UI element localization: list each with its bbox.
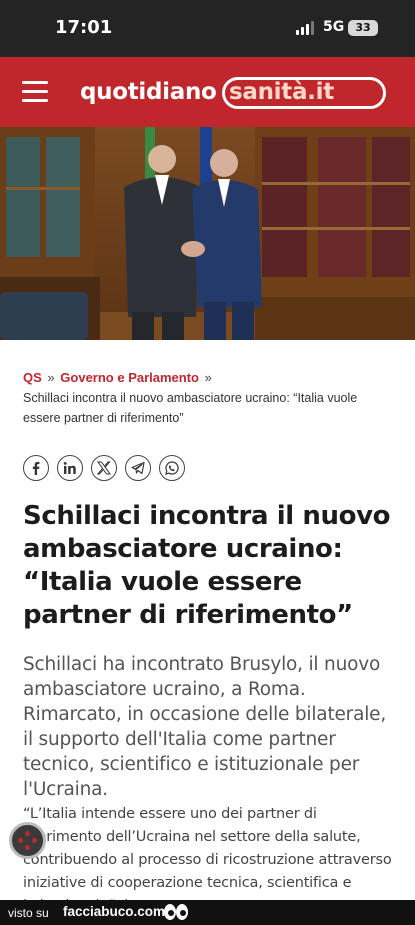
article-lead: Schillaci ha incontrato Brusylo, il nuov… <box>23 654 387 800</box>
breadcrumb-separator: » <box>47 370 55 385</box>
logo-accent-text: sanità.it <box>229 79 334 105</box>
breadcrumb-current: Schillaci incontra il nuovo ambasciatore… <box>23 391 358 425</box>
battery-icon: 33 <box>348 20 378 36</box>
breadcrumb-home-link[interactable]: QS <box>23 370 42 385</box>
x-icon[interactable] <box>91 455 117 481</box>
hero-photo <box>0 127 415 340</box>
breadcrumb-section-link[interactable]: Governo e Parlamento <box>60 370 199 385</box>
status-time: 17:01 <box>55 17 113 38</box>
telegram-icon[interactable] <box>125 455 151 481</box>
status-bar: 17:01 5G 33 <box>0 0 415 57</box>
facebook-icon[interactable] <box>23 455 49 481</box>
logo-main-text: quotidiano <box>80 79 217 105</box>
network-label: 5G <box>323 19 345 35</box>
floating-action-button[interactable] <box>9 822 46 859</box>
watermark-bar: visto su facciabuco.com <box>0 900 415 925</box>
signal-icon <box>296 21 316 35</box>
watermark-site: facciabuco.com <box>63 904 166 919</box>
hero-photo-illustration <box>0 127 415 340</box>
breadcrumb: QS » Governo e Parlamento » Schillaci in… <box>23 368 393 428</box>
breadcrumb-separator: » <box>204 370 212 385</box>
article-headline: Schillaci incontra il nuovo ambasciatore… <box>23 501 391 630</box>
app-header: quotidiano sanità.it <box>0 57 415 127</box>
hamburger-menu-icon[interactable] <box>22 81 48 103</box>
whatsapp-icon[interactable] <box>159 455 185 481</box>
watermark-prefix: visto su <box>8 906 49 920</box>
linkedin-icon[interactable] <box>57 455 83 481</box>
eyes-icon <box>164 904 188 920</box>
